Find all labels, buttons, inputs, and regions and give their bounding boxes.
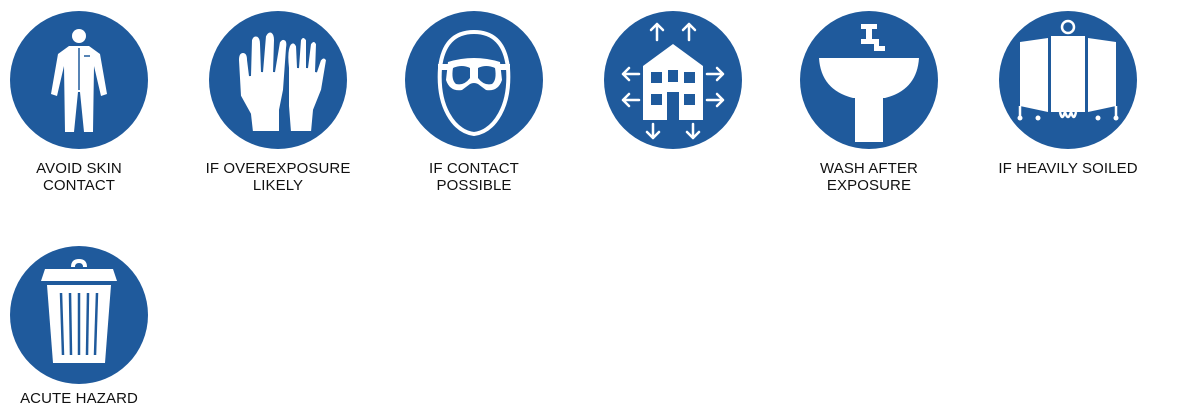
caption-line: LIKELY [252, 177, 304, 194]
caption-line: CONTACT [42, 177, 116, 194]
caption-coverall: AVOID SKIN CONTACT [0, 160, 169, 194]
sign-wash [799, 10, 939, 150]
sign-change-screen [998, 10, 1138, 150]
sign-coverall [9, 10, 149, 150]
sign-goggles [404, 10, 544, 150]
safety-goggles-icon [405, 11, 543, 149]
sign-waste-bin [9, 245, 149, 385]
change-screen-icon [999, 11, 1137, 149]
ventilation-building-icon [604, 11, 742, 149]
caption-gloves: IF OVEREXPOSURE LIKELY [188, 160, 368, 194]
caption-line: EXPOSURE [826, 177, 912, 194]
wash-basin-icon [800, 11, 938, 149]
waste-bin-icon [10, 246, 148, 384]
caption-waste-bin: ACUTE HAZARD [0, 390, 169, 407]
sign-gloves [208, 10, 348, 150]
caption-line: IF CONTACT [429, 160, 519, 177]
protective-gloves-icon [209, 11, 347, 149]
caption-wash: WASH AFTER EXPOSURE [779, 160, 959, 194]
caption-change-screen: IF HEAVILY SOILED [978, 160, 1158, 177]
caption-line: IF OVEREXPOSURE [205, 160, 351, 177]
caption-line: IF HEAVILY SOILED [998, 160, 1138, 177]
caption-goggles: IF CONTACT POSSIBLE [384, 160, 564, 194]
caption-line: WASH AFTER [820, 160, 918, 177]
caption-line: POSSIBLE [436, 177, 512, 194]
protective-coverall-icon [10, 11, 148, 149]
sign-ventilation [603, 10, 743, 150]
caption-line: AVOID SKIN [36, 160, 122, 177]
caption-line: ACUTE HAZARD [20, 390, 138, 407]
